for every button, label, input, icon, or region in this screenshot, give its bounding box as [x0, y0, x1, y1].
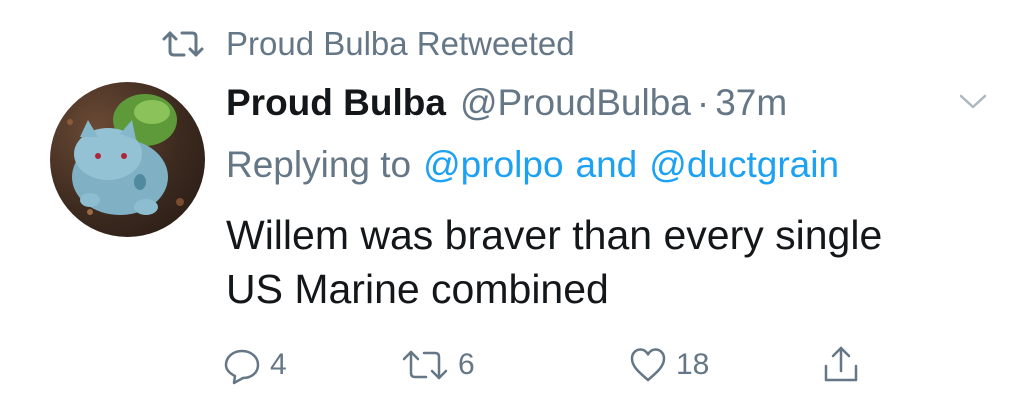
tweet-text: Willem was braver than every single US M… — [226, 208, 1006, 316]
user-handle[interactable]: @ProudBulba — [460, 82, 691, 124]
tweet-actions: 4 6 18 — [0, 340, 1024, 390]
like-count: 18 — [676, 348, 710, 381]
reply-icon — [224, 349, 260, 385]
retweet-icon — [160, 29, 206, 59]
share-icon — [824, 346, 858, 382]
avatar[interactable] — [50, 82, 205, 237]
like-button[interactable]: 18 — [628, 340, 709, 390]
tweet-header: Proud Bulba @ProudBulba · 37m — [226, 78, 787, 128]
separator-dot: · — [696, 82, 710, 123]
retweet-context-label[interactable]: Proud Bulba Retweeted — [226, 25, 575, 63]
share-button[interactable] — [820, 340, 862, 390]
tweet-text-line: US Marine combined — [226, 266, 609, 312]
retweet-count: 6 — [458, 348, 475, 381]
mention-link[interactable]: @prolpo — [423, 144, 563, 186]
display-name[interactable]: Proud Bulba — [226, 82, 446, 124]
chevron-down-icon[interactable] — [956, 90, 990, 112]
retweet-button[interactable]: 6 — [400, 340, 475, 390]
mention-joiner: and — [575, 144, 638, 185]
retweet-icon — [402, 350, 448, 380]
reply-count: 4 — [270, 348, 287, 381]
tweet-text-line: Willem was braver than every single — [226, 212, 883, 258]
timestamp[interactable]: 37m — [715, 82, 787, 124]
replying-prefix: Replying to — [226, 144, 412, 185]
retweet-context: Proud Bulba Retweeted — [160, 22, 575, 66]
mention-link[interactable]: @ductgrain — [649, 144, 839, 186]
reply-button[interactable]: 4 — [222, 340, 287, 390]
replying-to: Replying to @prolpo and @ductgrain — [226, 140, 839, 190]
heart-icon — [630, 348, 666, 382]
